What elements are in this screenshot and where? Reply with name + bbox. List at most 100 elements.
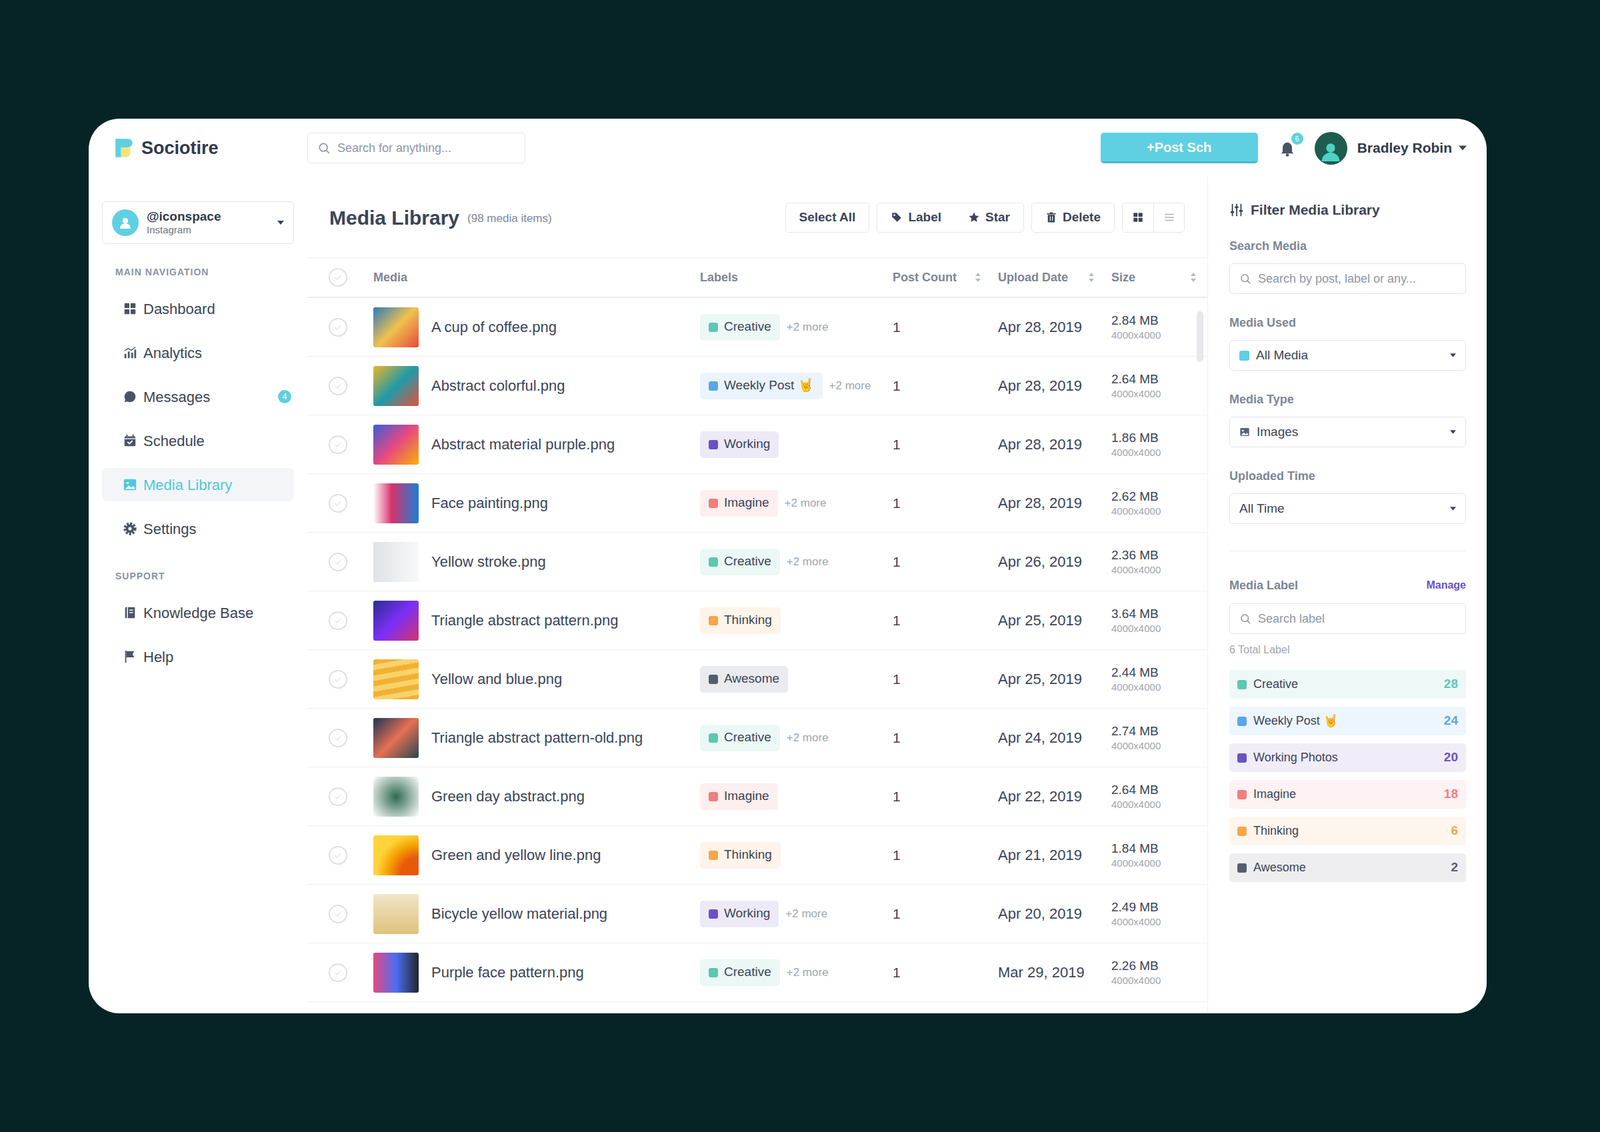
delete-button[interactable]: Delete (1032, 203, 1114, 232)
media-name[interactable]: Bicycle yellow material.png (431, 902, 608, 925)
label-chip[interactable]: Working (700, 431, 779, 458)
table-row[interactable]: Purple face pattern.pngCreative+2 more1M… (307, 943, 1208, 1002)
media-thumbnail[interactable] (373, 894, 419, 934)
row-checkbox[interactable] (328, 787, 348, 806)
media-name[interactable]: Green and yellow line.png (431, 844, 601, 866)
label-filter-item[interactable]: Imagine18 (1229, 780, 1466, 809)
table-row[interactable]: Abstract material purple.pngWorking1Apr … (307, 415, 1208, 474)
more-labels[interactable]: +2 more (784, 494, 827, 512)
media-thumbnail[interactable] (373, 600, 419, 641)
media-thumbnail[interactable] (373, 952, 419, 993)
row-checkbox[interactable] (328, 435, 348, 454)
more-labels[interactable]: +2 more (785, 905, 828, 923)
label-filter-item[interactable]: Thinking6 (1229, 816, 1466, 846)
sidebar-item[interactable]: Media Library (102, 468, 294, 502)
search-input[interactable] (337, 139, 516, 158)
label-chip[interactable]: Working (700, 900, 779, 928)
label-filter-item[interactable]: Weekly Post 🤘24 (1229, 706, 1466, 736)
row-checkbox[interactable] (328, 611, 348, 630)
more-labels[interactable]: +2 more (786, 318, 829, 336)
media-name[interactable]: Abstract material purple.png (431, 433, 615, 456)
media-name[interactable]: Green day abstract.png (431, 785, 585, 808)
media-thumbnail[interactable] (373, 366, 419, 406)
row-checkbox[interactable] (328, 318, 348, 337)
media-name[interactable]: Yellow and blue.png (431, 668, 562, 690)
brand-logo[interactable]: Sociotire (113, 134, 308, 162)
label-search-box[interactable] (1229, 603, 1466, 634)
media-name[interactable]: Purple face pattern.png (431, 961, 584, 984)
table-row[interactable]: Green day abstract.pngImagine1Apr 22, 20… (307, 767, 1208, 826)
filter-dropdown[interactable]: All Time (1229, 493, 1466, 524)
table-row[interactable]: Triangle abstract pattern.pngThinking1Ap… (307, 591, 1208, 650)
filter-dropdown[interactable]: Images (1229, 416, 1466, 448)
more-labels[interactable]: +2 more (786, 553, 829, 571)
label-filter-item[interactable]: Working Photos20 (1229, 743, 1466, 772)
more-labels[interactable]: +2 more (829, 377, 872, 395)
row-checkbox[interactable] (328, 376, 348, 396)
sidebar-item[interactable]: Dashboard (102, 292, 294, 326)
media-search-input[interactable] (1258, 270, 1456, 288)
grid-view-button[interactable] (1122, 203, 1154, 232)
column-header[interactable]: Size (1111, 268, 1208, 287)
label-chip[interactable]: Thinking (700, 607, 781, 634)
label-filter-item[interactable]: Awesome2 (1229, 853, 1466, 882)
user-avatar[interactable] (1314, 132, 1348, 165)
sidebar-item[interactable]: Knowledge Base (102, 596, 294, 630)
row-checkbox[interactable] (328, 904, 348, 924)
media-thumbnail[interactable] (373, 542, 419, 582)
label-search-input[interactable] (1258, 610, 1456, 628)
row-checkbox[interactable] (328, 670, 348, 689)
table-row[interactable]: Bicycle yellow material.png Working +2 mor… (307, 884, 1208, 944)
label-chip[interactable]: Imagine (700, 490, 778, 517)
label-chip[interactable]: Creative (700, 314, 780, 341)
select-all-button[interactable]: Select All (786, 203, 870, 232)
user-name[interactable]: Bradley Robin (1357, 137, 1452, 159)
sidebar-item[interactable]: Messages4 (102, 380, 294, 414)
account-switcher[interactable]: @iconspaceInstagram (102, 201, 294, 244)
table-row[interactable]: Yellow and blue.pngAwesome1Apr 25, 20192… (307, 650, 1208, 709)
table-row[interactable]: Green and yellow line.pngThinking1Apr 21… (307, 826, 1208, 885)
table-row[interactable]: A cup of coffee.pngCreative+2 more1Apr 2… (307, 298, 1208, 357)
media-name[interactable]: Triangle abstract pattern-old.png (431, 726, 643, 749)
table-row[interactable]: Abstract colorful.png Weekly Post 🤘 +2 mor… (307, 356, 1208, 416)
post-schedule-button[interactable]: +Post Sch (1100, 132, 1258, 164)
media-name[interactable]: Yellow stroke.png (431, 550, 546, 573)
sidebar-item[interactable]: Settings (102, 512, 294, 546)
sidebar-item[interactable]: Analytics (102, 336, 294, 370)
star-button[interactable]: Star (954, 203, 1024, 232)
media-search-box[interactable] (1229, 263, 1466, 294)
label-chip[interactable]: Imagine (700, 783, 778, 810)
media-thumbnail[interactable] (373, 835, 419, 876)
label-filter-item[interactable]: Creative28 (1229, 670, 1466, 699)
media-name[interactable]: A cup of coffee.png (431, 316, 557, 338)
media-name[interactable]: Triangle abstract pattern.png (431, 609, 618, 632)
media-name[interactable]: Face painting.png (431, 492, 548, 514)
media-thumbnail[interactable] (373, 424, 419, 465)
list-view-button[interactable] (1153, 203, 1184, 232)
table-row[interactable]: Face painting.pngImagine+2 more1Apr 28, … (307, 474, 1208, 533)
media-thumbnail[interactable] (373, 718, 419, 758)
label-chip[interactable]: Creative (700, 548, 780, 576)
media-thumbnail[interactable] (373, 776, 419, 817)
media-thumbnail[interactable] (373, 659, 419, 700)
row-checkbox[interactable] (328, 728, 348, 748)
notifications-button[interactable]: 6 (1278, 138, 1297, 158)
row-checkbox[interactable] (328, 494, 348, 513)
column-header[interactable]: Upload Date (998, 268, 1112, 287)
scrollbar-thumb[interactable] (1196, 311, 1204, 362)
search-box[interactable] (307, 132, 526, 164)
label-chip[interactable]: Creative (700, 959, 780, 986)
label-chip[interactable]: Creative (700, 724, 780, 752)
row-checkbox[interactable] (328, 552, 348, 572)
sidebar-item[interactable]: Schedule (102, 424, 294, 458)
label-chip[interactable]: Thinking (700, 842, 781, 869)
column-header[interactable]: Post Count (892, 268, 998, 287)
row-checkbox[interactable] (328, 846, 348, 865)
sidebar-item[interactable]: Help (102, 640, 294, 674)
table-row[interactable]: Triangle abstract pattern-old.png Creativ… (307, 708, 1208, 768)
filter-dropdown[interactable]: All Media (1229, 340, 1466, 371)
more-labels[interactable]: +2 more (786, 729, 829, 747)
table-row[interactable]: Yellow stroke.pngCreative+2 more1Apr 26,… (307, 532, 1208, 592)
label-chip[interactable]: Weekly Post 🤘 (700, 372, 823, 400)
media-name[interactable]: Abstract colorful.png (431, 374, 566, 397)
